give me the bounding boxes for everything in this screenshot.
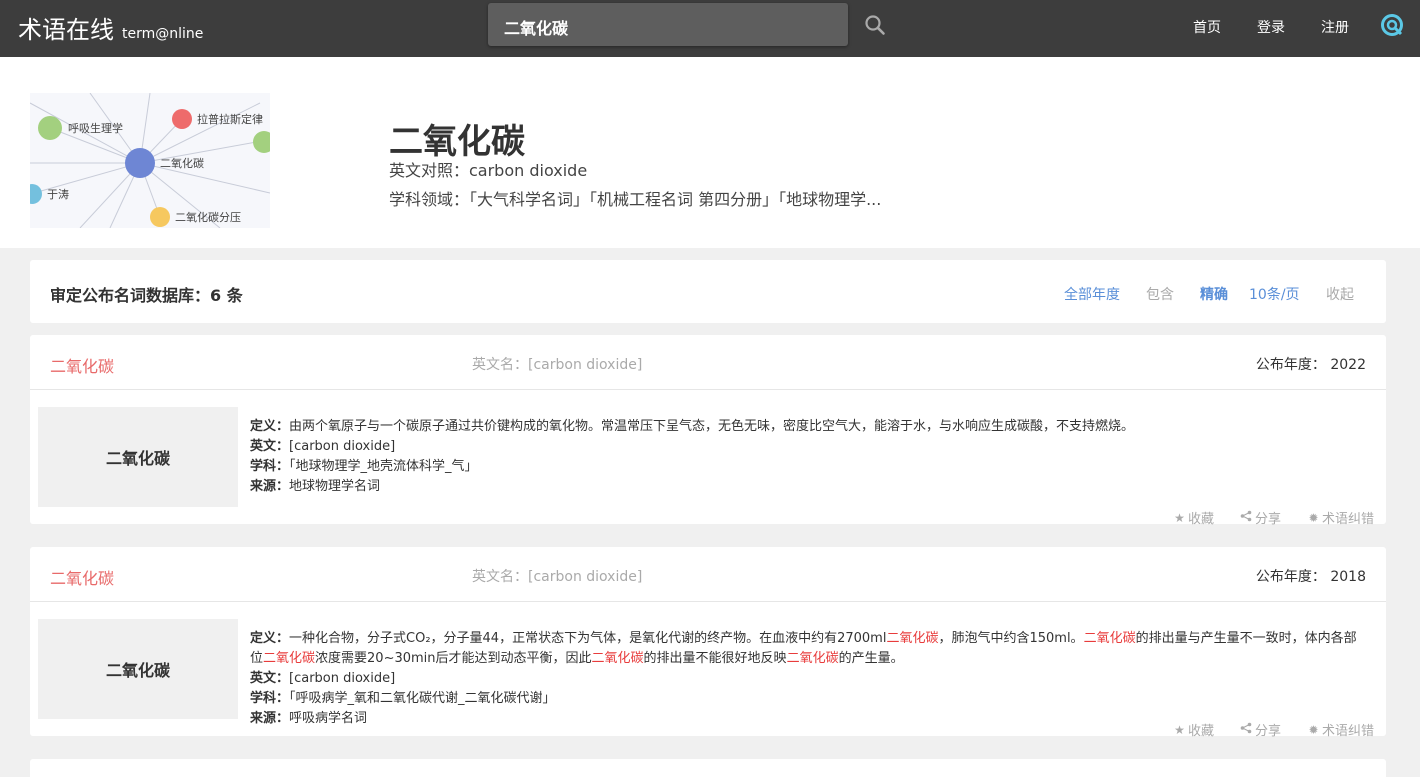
share-button[interactable]: 分享 bbox=[1240, 720, 1281, 739]
collapse-toggle[interactable]: 收起 bbox=[1326, 284, 1354, 304]
english-row: 英文：[carbon dioxide] bbox=[250, 671, 396, 686]
result-actions: ★ 收藏 分享 ✹ 术语纠错 bbox=[1147, 720, 1374, 740]
subject-row: 学科：「呼吸病学_氧和二氧化碳代谢_二氧化碳代谢」 bbox=[250, 691, 556, 706]
result-thumbnail[interactable]: 二氧化碳 bbox=[38, 619, 238, 719]
result-card bbox=[30, 759, 1386, 777]
star-icon: ★ bbox=[1174, 722, 1185, 737]
result-card-header: 二氧化碳 英文名：[carbon dioxide] 公布年度： 2022 bbox=[30, 335, 1386, 390]
graph-label-1: 呼吸生理学 bbox=[68, 121, 123, 135]
result-card-header: 二氧化碳 英文名：[carbon dioxide] 公布年度： 2018 bbox=[30, 547, 1386, 602]
result-card: 二氧化碳 英文名：[carbon dioxide] 公布年度： 2018 二氧化… bbox=[30, 547, 1386, 740]
search-input[interactable]: 二氧化碳 bbox=[488, 3, 848, 46]
graph-node-3 bbox=[30, 184, 42, 204]
graph-label-center: 二氧化碳 bbox=[160, 156, 204, 170]
result-details: 定义：由两个氧原子与一个碳原子通过共价键构成的氧化物。常温常压下呈气态，无色无味… bbox=[250, 417, 1365, 497]
subject-fields[interactable]: 学科领域：「大气科学名词」「机械工程名词 第四分册」「地球物理学... bbox=[389, 186, 881, 210]
term-hero: 二氧化碳 呼吸生理学 拉普拉斯定律 于涛 二氧化碳分压 二氧化碳 英文对照：ca… bbox=[0, 57, 1420, 248]
definition-row: 定义：一种化合物，分子式CO₂，分子量44，正常状态下为气体，是氧化代谢的终产物… bbox=[250, 631, 1357, 666]
page-size-select[interactable]: 10条/页 bbox=[1249, 284, 1300, 304]
result-english-name: 英文名：[carbon dioxide] bbox=[472, 569, 643, 585]
result-year: 公布年度： 2018 bbox=[1255, 569, 1366, 585]
nav-login[interactable]: 登录 bbox=[1257, 17, 1285, 37]
site-logo[interactable]: 术语在线 term@nline bbox=[18, 10, 203, 45]
result-details: 定义：一种化合物，分子式CO₂，分子量44，正常状态下为气体，是氧化代谢的终产物… bbox=[250, 629, 1365, 729]
share-button[interactable]: 分享 bbox=[1240, 508, 1281, 527]
report-error-button[interactable]: ✹ 术语纠错 bbox=[1307, 508, 1374, 528]
favorite-button[interactable]: ★ 收藏 bbox=[1173, 720, 1214, 740]
result-term-link[interactable]: 二氧化碳 bbox=[50, 565, 114, 589]
english-equivalent: 英文对照：carbon dioxide bbox=[389, 161, 588, 180]
graph-node-1 bbox=[38, 116, 62, 140]
result-card: 二氧化碳 英文名：[carbon dioxide] 公布年度： 2022 二氧化… bbox=[30, 335, 1386, 528]
graph-label-4: 二氧化碳分压 bbox=[175, 210, 241, 224]
filter-year[interactable]: 全部年度 bbox=[1064, 284, 1120, 304]
source-row: 来源：地球物理学名词 bbox=[250, 479, 381, 494]
share-icon bbox=[1240, 722, 1253, 737]
result-thumbnail[interactable]: 二氧化碳 bbox=[38, 407, 238, 507]
logo-text-cn: 术语在线 bbox=[18, 16, 114, 44]
top-navbar: 术语在线 term@nline 二氧化碳 首页 登录 注册 bbox=[0, 0, 1420, 57]
bug-icon: ✹ bbox=[1308, 722, 1319, 737]
filter-contain[interactable]: 包含 bbox=[1146, 284, 1174, 304]
graph-node-4 bbox=[150, 207, 170, 227]
result-year: 公布年度： 2022 bbox=[1255, 357, 1366, 373]
bug-icon: ✹ bbox=[1308, 510, 1319, 525]
knowledge-graph[interactable]: 二氧化碳 呼吸生理学 拉普拉斯定律 于涛 二氧化碳分压 bbox=[30, 93, 270, 228]
result-english-name: 英文名：[carbon dioxide] bbox=[472, 357, 643, 373]
result-actions: ★ 收藏 分享 ✹ 术语纠错 bbox=[1147, 508, 1374, 528]
definition-row: 定义：由两个氧原子与一个碳原子通过共价键构成的氧化物。常温常压下呈气态，无色无味… bbox=[250, 419, 1135, 434]
filter-exact[interactable]: 精确 bbox=[1200, 284, 1228, 304]
nav-register[interactable]: 注册 bbox=[1321, 17, 1349, 37]
graph-node-2 bbox=[172, 109, 192, 129]
graph-node-center bbox=[125, 148, 155, 178]
graph-label-2: 拉普拉斯定律 bbox=[197, 112, 263, 126]
results-summary-bar: 审定公布名词数据库：6 条 全部年度 包含 精确 10条/页 收起 bbox=[30, 260, 1386, 323]
result-term-link[interactable]: 二氧化碳 bbox=[50, 353, 114, 377]
subject-row: 学科：「地球物理学_地壳流体科学_气」 bbox=[250, 459, 478, 474]
report-error-button[interactable]: ✹ 术语纠错 bbox=[1307, 720, 1374, 740]
search-icon[interactable] bbox=[864, 14, 886, 36]
graph-label-3: 于涛 bbox=[47, 187, 69, 201]
nav-home[interactable]: 首页 bbox=[1193, 17, 1221, 37]
favorite-button[interactable]: ★ 收藏 bbox=[1173, 508, 1214, 528]
results-count: 审定公布名词数据库：6 条 bbox=[50, 286, 243, 305]
logo-text-en: term@nline bbox=[122, 26, 204, 42]
english-row: 英文：[carbon dioxide] bbox=[250, 439, 396, 454]
graph-node-extra bbox=[253, 131, 270, 153]
star-icon: ★ bbox=[1174, 510, 1185, 525]
search-assistant-icon[interactable] bbox=[1380, 13, 1404, 37]
page-title: 二氧化碳 bbox=[389, 122, 525, 162]
share-icon bbox=[1240, 510, 1253, 525]
